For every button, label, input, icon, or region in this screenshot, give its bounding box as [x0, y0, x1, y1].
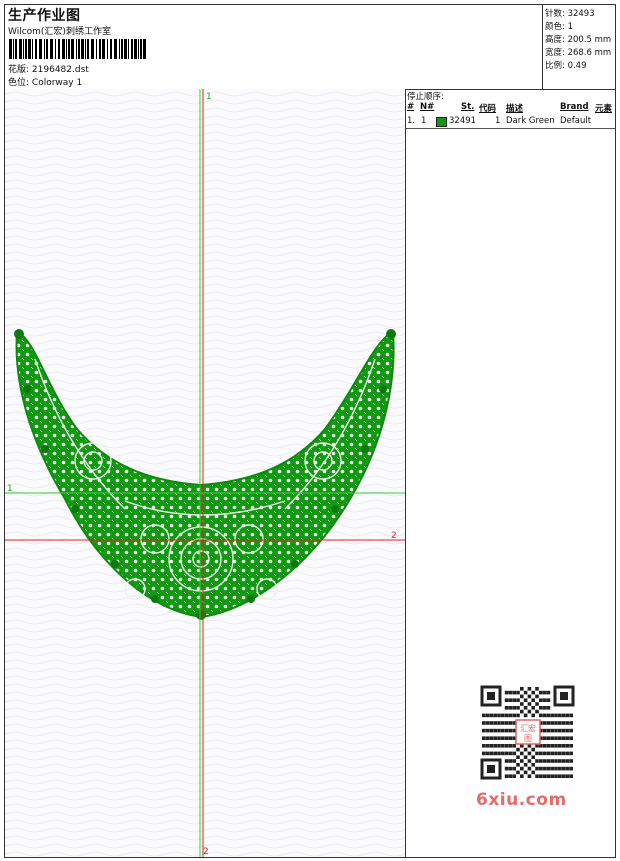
design-label: 花版:	[8, 65, 30, 75]
colorway-label: 色位:	[8, 78, 30, 88]
marker-left: 1	[7, 484, 13, 494]
stop-sequence-title: 停止顺序:	[407, 92, 444, 102]
col-description: 描述	[506, 104, 524, 114]
stats-box: 针数: 32493 颜色: 1 高度: 200.5 mm 宽度: 268.6 m…	[542, 5, 615, 89]
design-canvas: 1 1 2 2	[5, 89, 406, 857]
col-needle: N#	[420, 102, 435, 112]
watermark-text: 6xiu.com	[476, 790, 567, 810]
col-code: 代码	[479, 104, 497, 114]
sheet-header: 生产作业图 Wilcom(汇宏)刺绣工作室 花版: 2196482.dst 色位…	[5, 5, 615, 90]
design-file-line: 花版: 2196482.dst	[8, 62, 89, 75]
row-description: Dark Green	[506, 116, 555, 126]
colorway-value: Colorway 1	[31, 78, 83, 88]
col-index: #	[407, 102, 415, 112]
marker-top: 1	[206, 92, 212, 102]
col-brand: Brand	[560, 102, 589, 112]
col-stitches: St.	[461, 102, 475, 112]
design-scale: 比例: 0.49	[545, 61, 587, 71]
stitch-count: 针数: 32493	[545, 9, 595, 19]
design-file: 2196482.dst	[31, 65, 89, 75]
design-height: 高度: 200.5 mm	[545, 35, 612, 45]
design-preview: 1 1 2 2	[5, 89, 405, 857]
row-stitches: 32491	[449, 116, 477, 126]
watermark-stamp: 汇宏	[520, 723, 536, 733]
row-swatch	[436, 117, 447, 130]
table-row: 1. 1 32491 1 Dark Green Default	[406, 116, 615, 129]
colorway-line: 色位: Colorway 1	[8, 75, 82, 88]
stop-sequence-header: # N# St. 代码 描述 Brand 元素	[406, 102, 615, 114]
studio-name: Wilcom(汇宏)刺绣工作室	[8, 27, 111, 37]
color-count: 颜色: 1	[545, 22, 573, 32]
marker-right: 2	[391, 531, 397, 541]
design-width: 宽度: 268.6 mm	[545, 48, 612, 58]
color-swatch	[436, 117, 447, 127]
col-element: 元素	[595, 104, 613, 114]
page-title: 生产作业图	[8, 8, 81, 24]
row-needle: 1	[421, 116, 427, 126]
svg-text:图: 图	[524, 734, 532, 743]
row-index: 1.	[407, 116, 416, 126]
row-code: 1	[495, 116, 501, 126]
row-brand: Default	[560, 116, 592, 126]
barcode	[9, 39, 146, 59]
marker-bottom: 2	[203, 847, 209, 857]
